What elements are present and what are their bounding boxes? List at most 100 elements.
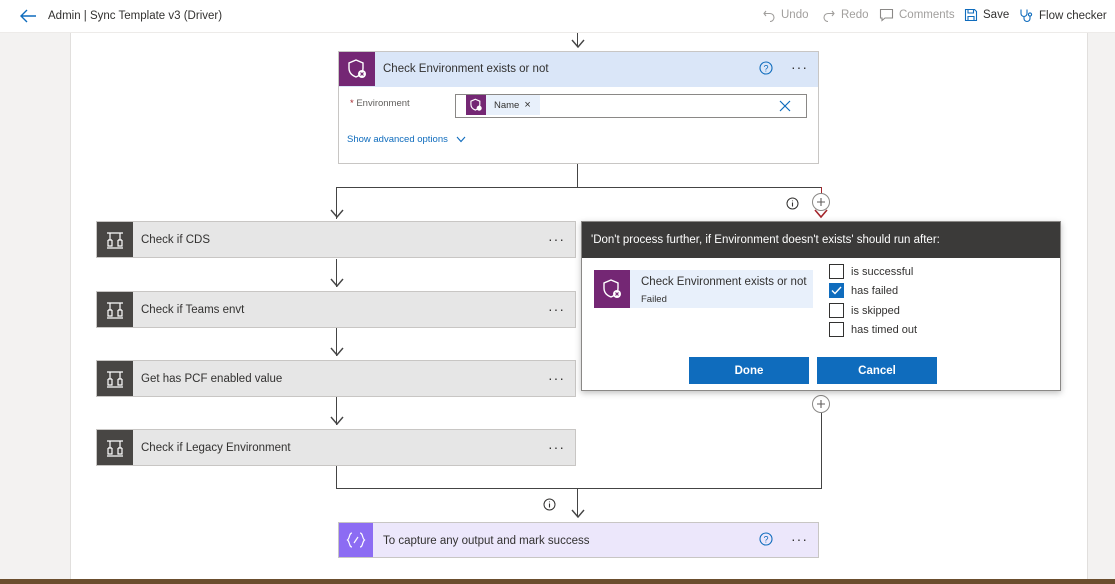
flow-checker-label: Flow checker (1039, 9, 1107, 22)
info-icon[interactable] (543, 498, 556, 511)
comment-icon (879, 8, 894, 22)
redo-button[interactable]: Redo (822, 8, 869, 22)
redo-icon (823, 10, 835, 22)
dataverse-icon (594, 270, 630, 308)
option-has-timed-out[interactable]: has timed out (829, 322, 917, 337)
environment-label: * Environment (350, 98, 410, 109)
compose-icon (339, 523, 373, 557)
more-options-button[interactable]: ··· (548, 232, 565, 246)
option-label: is skipped (851, 304, 900, 317)
shield-icon (348, 59, 366, 78)
save-button[interactable]: Save (964, 8, 1009, 22)
condition-icon (97, 222, 133, 257)
window-bottom-edge (0, 579, 1115, 584)
comments-button[interactable]: Comments (879, 8, 955, 22)
option-label: is successful (851, 265, 914, 278)
connector-line (577, 164, 579, 188)
braces-icon (346, 532, 366, 548)
advanced-options-label: Show advanced options (347, 134, 448, 145)
done-button[interactable]: Done (689, 357, 809, 384)
command-bar: Admin | Sync Template v3 (Driver) Undo R… (0, 0, 1115, 33)
condition-icon (97, 430, 133, 465)
connector-line (336, 466, 338, 489)
arrow-down-icon (330, 278, 344, 288)
step-check-if-legacy-environment[interactable]: Check if Legacy Environment ··· (96, 429, 576, 466)
more-options-button[interactable]: ··· (548, 440, 565, 454)
insert-step-button[interactable] (812, 395, 830, 413)
branch-line (336, 187, 822, 189)
plus-icon (817, 198, 825, 206)
run-after-dialog: 'Don't process further, if Environment d… (581, 221, 1061, 391)
condition-icon (97, 292, 133, 327)
step-get-has-pcf-enabled-value[interactable]: Get has PCF enabled value ··· (96, 360, 576, 397)
help-icon[interactable]: ? (759, 532, 773, 546)
checkbox-checked[interactable] (829, 283, 844, 298)
save-label: Save (983, 9, 1010, 21)
environment-label-text: Environment (356, 98, 410, 109)
checkbox[interactable] (829, 303, 844, 318)
option-has-failed[interactable]: has failed (829, 283, 898, 298)
more-options-button[interactable]: ··· (791, 60, 808, 74)
source-step-status: Failed (641, 294, 667, 305)
step-title: Get has PCF enabled value (141, 373, 283, 385)
chevron-down-icon (456, 136, 466, 143)
insert-step-button[interactable] (812, 193, 830, 211)
svg-text:?: ? (763, 535, 768, 545)
condition-icon-glyph (107, 301, 123, 319)
merge-line (336, 488, 822, 490)
flow-title: Admin | Sync Template v3 (Driver) (48, 10, 223, 22)
step-check-if-cds[interactable]: Check if CDS ··· (96, 221, 576, 258)
step-check-if-teams-envt[interactable]: Check if Teams envt ··· (96, 291, 576, 328)
more-options-button[interactable]: ··· (548, 302, 565, 316)
flow-checker-button[interactable]: Flow checker (1019, 8, 1107, 23)
condition-icon (97, 361, 133, 396)
stethoscope-icon (1020, 9, 1033, 22)
comments-label: Comments (899, 9, 955, 21)
condition-icon-glyph (107, 231, 123, 249)
option-is-successful[interactable]: is successful (829, 264, 913, 279)
dialog-header: 'Don't process further, if Environment d… (582, 222, 1060, 258)
arrow-down-icon (571, 509, 585, 519)
token-label: Name (494, 99, 520, 111)
checkbox[interactable] (829, 322, 844, 337)
cancel-button[interactable]: Cancel (817, 357, 937, 384)
run-after-source-step: Check Environment exists or not Failed (594, 270, 813, 308)
option-label: has timed out (851, 323, 918, 336)
step-title: Check if Legacy Environment (141, 442, 291, 454)
more-options-button[interactable]: ··· (791, 532, 808, 546)
back-arrow-icon[interactable] (19, 8, 37, 24)
condition-icon-glyph (107, 370, 123, 388)
step-title: To capture any output and mark success (383, 535, 590, 547)
step-title: Check if CDS (141, 234, 211, 246)
token-dataverse-icon (466, 95, 486, 115)
option-is-skipped[interactable]: is skipped (829, 303, 900, 318)
option-label: has failed (851, 284, 899, 297)
required-mark: * (350, 98, 354, 109)
condition-icon-glyph (107, 439, 123, 457)
plus-icon (817, 400, 825, 408)
step-title: Check if Teams envt (141, 304, 245, 316)
checkbox[interactable] (829, 264, 844, 279)
step-title: Check Environment exists or not (383, 63, 549, 75)
undo-icon (763, 10, 775, 22)
arrow-down-icon (571, 39, 585, 49)
info-icon[interactable] (786, 197, 799, 210)
arrow-down-icon (330, 209, 344, 219)
dataverse-icon (339, 52, 375, 86)
arrow-down-icon (330, 416, 344, 426)
clear-input-icon[interactable] (778, 99, 792, 113)
shield-icon (603, 279, 621, 298)
shield-icon (470, 98, 482, 111)
checkmark-icon (831, 286, 842, 295)
undo-button[interactable]: Undo (762, 8, 809, 22)
dialog-title: 'Don't process further, if Environment d… (591, 234, 940, 246)
token-remove-button[interactable]: × (524, 99, 530, 111)
svg-text:?: ? (763, 64, 768, 74)
help-icon[interactable]: ? (759, 61, 773, 75)
save-icon (964, 8, 978, 22)
more-options-button[interactable]: ··· (548, 371, 565, 385)
show-advanced-options-link[interactable]: Show advanced options (347, 134, 466, 145)
redo-label: Redo (841, 9, 869, 21)
dynamic-content-token[interactable]: Name × (466, 95, 540, 115)
source-step-title: Check Environment exists or not (641, 276, 807, 288)
